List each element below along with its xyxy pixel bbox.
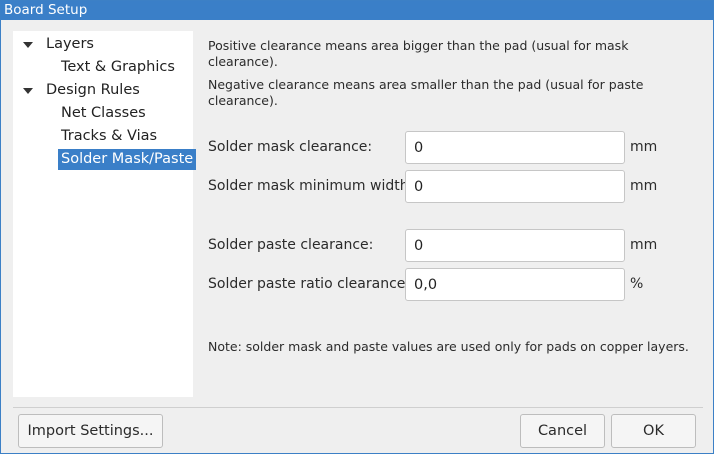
info-line: Negative clearance means area smaller th… — [208, 77, 644, 92]
solder-paste-ratio-input[interactable] — [405, 268, 625, 301]
ok-button[interactable]: OK — [611, 414, 696, 448]
tree-item-solder-mask-paste[interactable]: Solder Mask/Paste — [58, 149, 197, 170]
solder-mask-min-width-unit: mm — [630, 178, 658, 194]
cancel-button[interactable]: Cancel — [520, 414, 605, 448]
tree-item-net-classes[interactable]: Net Classes — [61, 103, 146, 124]
settings-tree[interactable]: Layers Text & Graphics Design Rules Net … — [13, 31, 197, 397]
solder-mask-clearance-unit: mm — [630, 139, 658, 155]
copper-layers-note: Note: solder mask and paste values are u… — [208, 339, 689, 354]
solder-mask-min-width-label: Solder mask minimum width: — [208, 178, 414, 194]
solder-paste-clearance-input[interactable] — [405, 229, 625, 262]
info-text-negative: Negative clearance means area smaller th… — [208, 77, 643, 109]
info-line: clearance). — [208, 54, 278, 69]
solder-paste-ratio-label: Solder paste ratio clearance: — [208, 276, 411, 292]
solder-mask-min-width-input[interactable] — [405, 170, 625, 203]
solder-paste-ratio-unit: % — [630, 276, 644, 292]
info-line: clearance). — [208, 93, 278, 108]
info-line: Positive clearance means area bigger tha… — [208, 38, 629, 53]
tree-item-text-graphics[interactable]: Text & Graphics — [61, 57, 175, 78]
solder-paste-clearance-label: Solder paste clearance: — [208, 237, 374, 253]
solder-paste-clearance-unit: mm — [630, 237, 658, 253]
solder-mask-clearance-input[interactable] — [405, 131, 625, 164]
footer-separator — [13, 407, 703, 408]
expand-arrow-icon[interactable] — [23, 88, 33, 94]
solder-mask-clearance-label: Solder mask clearance: — [208, 139, 373, 155]
window-title: Board Setup — [1, 1, 713, 20]
tree-item-design-rules[interactable]: Design Rules — [46, 80, 140, 101]
board-setup-dialog: Board Setup Layers Text & Graphics Desig… — [0, 0, 714, 454]
import-settings-button[interactable]: Import Settings... — [18, 414, 163, 448]
tree-item-layers[interactable]: Layers — [46, 34, 94, 55]
expand-arrow-icon[interactable] — [23, 42, 33, 48]
info-text-positive: Positive clearance means area bigger tha… — [208, 38, 628, 70]
tree-item-tracks-vias[interactable]: Tracks & Vias — [61, 126, 157, 147]
